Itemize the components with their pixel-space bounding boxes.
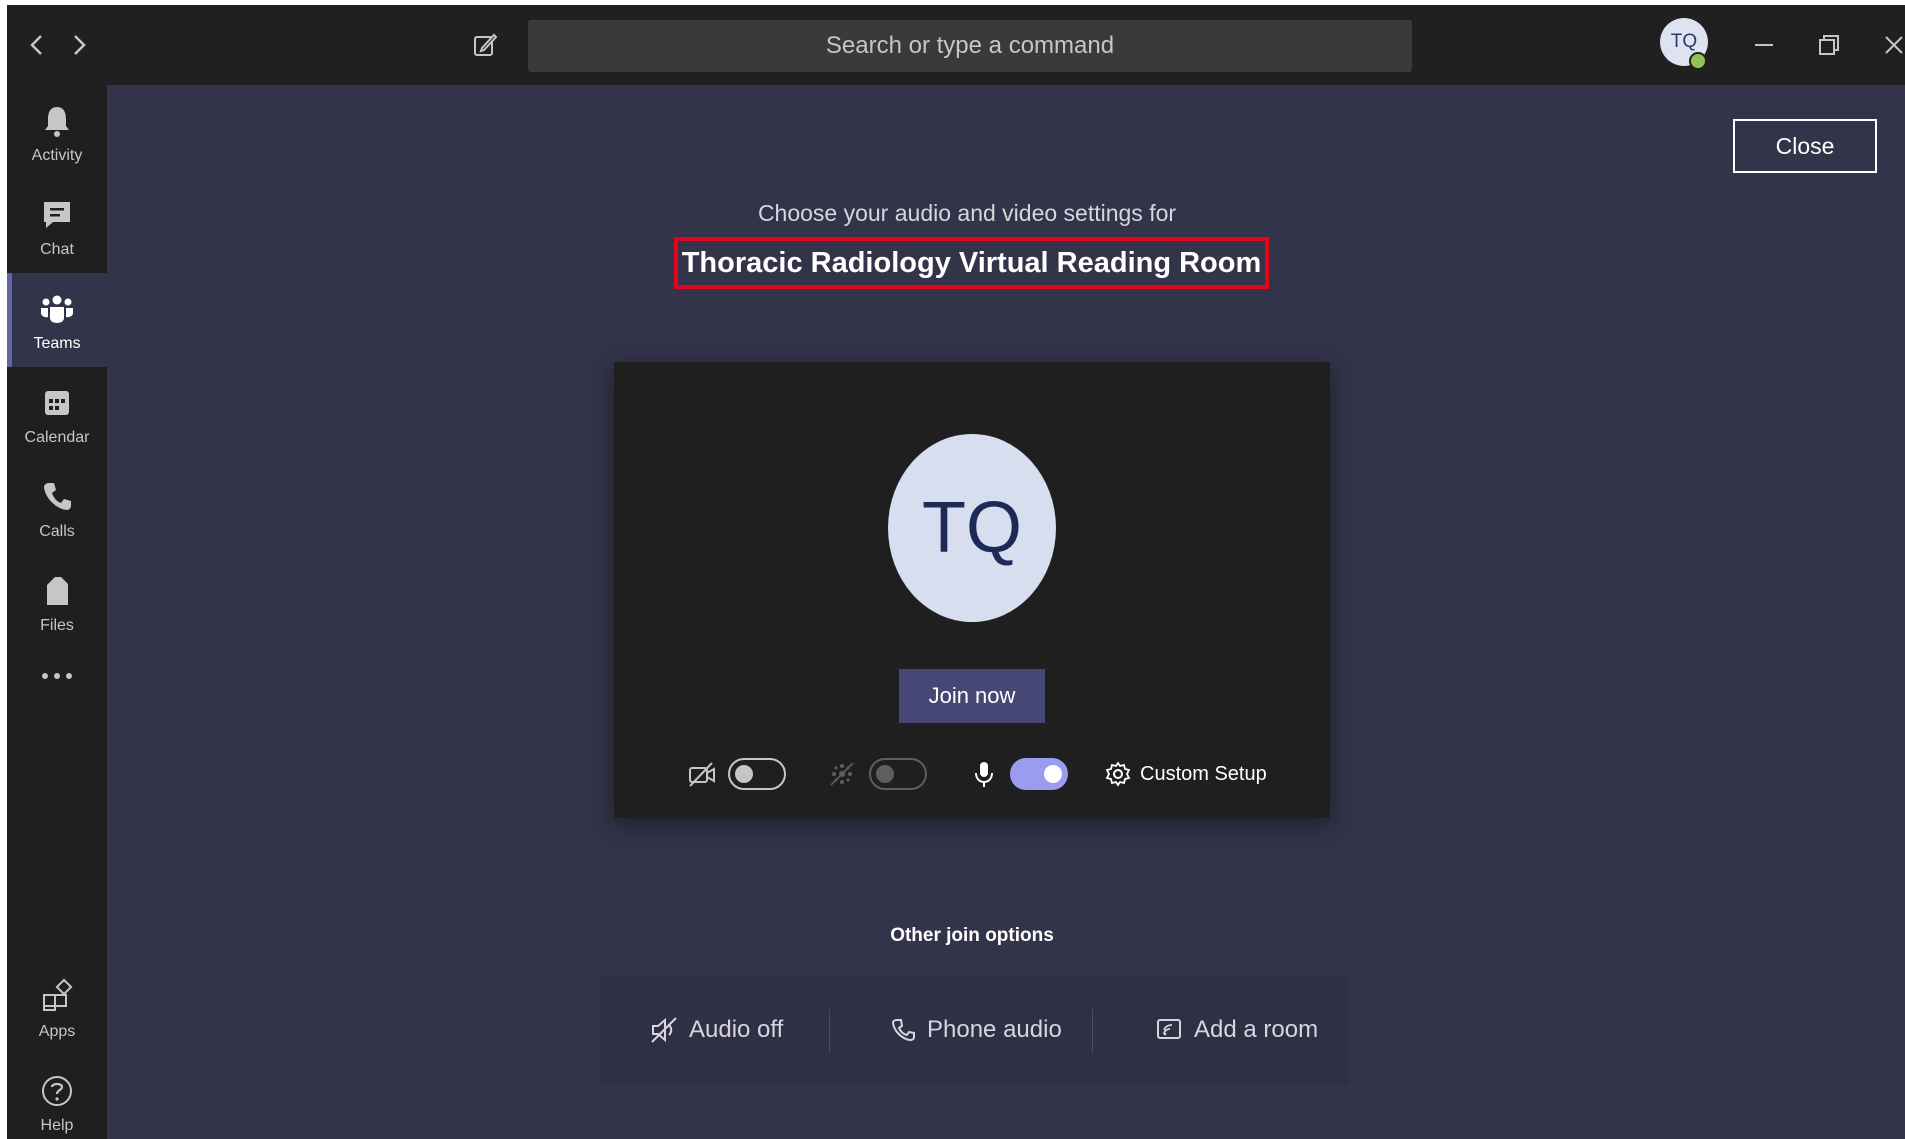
camera-off-icon xyxy=(689,762,715,787)
microphone-icon xyxy=(975,762,993,787)
add-room-label: Add a room xyxy=(1194,1016,1319,1043)
more-apps-button[interactable] xyxy=(7,661,107,701)
divider xyxy=(829,1009,830,1053)
file-icon xyxy=(47,577,68,605)
rail-item-calendar[interactable]: Calendar xyxy=(7,367,107,461)
add-room-option[interactable]: Add a room xyxy=(1154,975,1318,1085)
rail-label: Calendar xyxy=(24,429,90,446)
custom-setup-button[interactable]: Custom Setup xyxy=(1104,754,1267,794)
teams-icon xyxy=(41,295,73,323)
minimize-icon[interactable] xyxy=(1744,25,1784,65)
other-join-options: Audio off Phone audio Add a room xyxy=(599,975,1349,1085)
close-window-icon[interactable] xyxy=(1874,25,1905,65)
rail-label: Activity xyxy=(31,147,83,164)
audio-off-label: Audio off xyxy=(689,1016,784,1043)
teams-window: Search or type a command TQ Activity Cha… xyxy=(7,5,1905,1139)
microphone-toggle[interactable] xyxy=(1010,758,1068,790)
rail-item-calls[interactable]: Calls xyxy=(7,461,107,555)
rail-label: Apps xyxy=(38,1023,76,1040)
phone-audio-option[interactable]: Phone audio xyxy=(889,975,1062,1085)
rail-label: Help xyxy=(40,1117,74,1134)
rail-item-teams[interactable]: Teams xyxy=(7,273,107,367)
phone-icon xyxy=(44,483,71,510)
other-join-options-label: Other join options xyxy=(890,925,1054,946)
video-toggle[interactable] xyxy=(728,758,786,790)
rail-label: Chat xyxy=(40,241,74,258)
audio-off-option[interactable]: Audio off xyxy=(649,975,783,1085)
background-blur-icon xyxy=(830,762,854,786)
rail-label: Teams xyxy=(33,335,81,352)
rail-item-help[interactable]: Help xyxy=(7,1055,107,1139)
apps-icon xyxy=(43,978,73,1011)
compose-icon[interactable] xyxy=(465,25,505,65)
rail-item-activity[interactable]: Activity xyxy=(7,85,107,179)
cast-room-icon xyxy=(1157,1019,1181,1039)
join-now-button[interactable]: Join now xyxy=(899,669,1045,723)
divider xyxy=(1092,1009,1093,1053)
gear-icon xyxy=(1105,761,1131,787)
chat-icon xyxy=(44,202,70,228)
video-preview: TQ Join now Custom Setup xyxy=(614,362,1330,818)
rail-label: Calls xyxy=(39,523,75,540)
phone-audio-label: Phone audio xyxy=(927,1016,1062,1043)
presence-available-icon xyxy=(1689,52,1707,70)
forward-arrow-icon[interactable] xyxy=(59,25,99,65)
help-icon xyxy=(42,1076,72,1106)
app-rail: Activity Chat Teams Calendar Calls Files… xyxy=(7,85,107,1139)
meeting-title: Thoracic Radiology Virtual Reading Room xyxy=(674,237,1269,289)
close-button[interactable]: Close xyxy=(1733,119,1877,173)
title-bar: Search or type a command TQ xyxy=(7,5,1905,85)
restore-icon[interactable] xyxy=(1809,25,1849,65)
rail-item-apps[interactable]: Apps xyxy=(7,961,107,1055)
back-arrow-icon[interactable] xyxy=(17,25,57,65)
rail-label: Files xyxy=(40,617,74,634)
rail-item-files[interactable]: Files xyxy=(7,555,107,649)
avatar: TQ xyxy=(888,434,1056,622)
prejoin-subtitle: Choose your audio and video settings for xyxy=(757,200,1177,226)
speaker-off-icon xyxy=(651,1017,677,1043)
phone-icon xyxy=(891,1019,915,1042)
calendar-icon xyxy=(45,391,69,415)
bell-icon xyxy=(45,107,69,137)
background-blur-toggle[interactable] xyxy=(869,758,927,790)
ellipsis-icon xyxy=(42,673,72,679)
rail-item-chat[interactable]: Chat xyxy=(7,179,107,273)
custom-setup-label: Custom Setup xyxy=(1140,762,1267,785)
search-input[interactable]: Search or type a command xyxy=(528,20,1412,72)
